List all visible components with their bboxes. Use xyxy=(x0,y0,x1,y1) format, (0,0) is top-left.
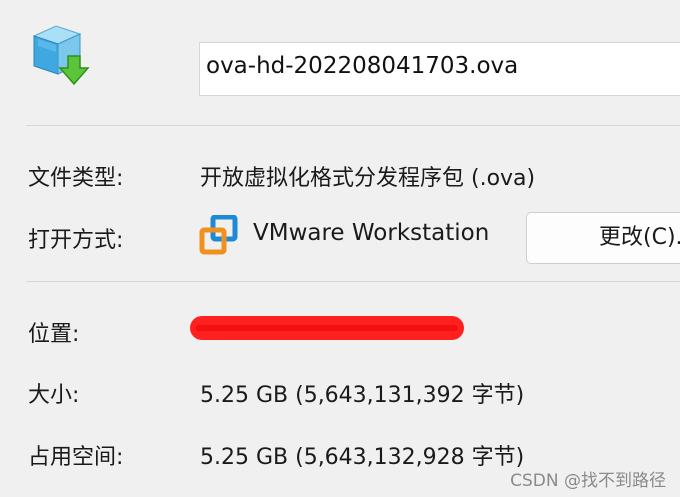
file-type-value: 开放虚拟化格式分发程序包 (.ova) xyxy=(200,166,536,191)
default-app-name: VMware Workstation xyxy=(253,220,490,246)
location-label: 位置: xyxy=(28,322,80,347)
divider xyxy=(26,281,680,282)
vmware-icon xyxy=(199,214,241,257)
file-type-label: 文件类型: xyxy=(28,166,124,191)
ova-package-download-icon xyxy=(26,22,96,92)
divider xyxy=(26,125,680,126)
opens-with-label: 打开方式: xyxy=(28,228,124,253)
filename-field[interactable]: ova-hd-202208041703.ova xyxy=(199,42,680,96)
change-app-button[interactable]: 更改(C)... xyxy=(526,212,680,264)
size-on-disk-label: 占用空间: xyxy=(28,445,124,470)
size-label: 大小: xyxy=(28,383,80,408)
location-redaction-mark xyxy=(190,316,464,340)
size-value: 5.25 GB (5,643,131,392 字节) xyxy=(200,383,525,408)
size-on-disk-value: 5.25 GB (5,643,132,928 字节) xyxy=(200,445,525,470)
watermark: CSDN @找不到路径 xyxy=(510,471,666,491)
